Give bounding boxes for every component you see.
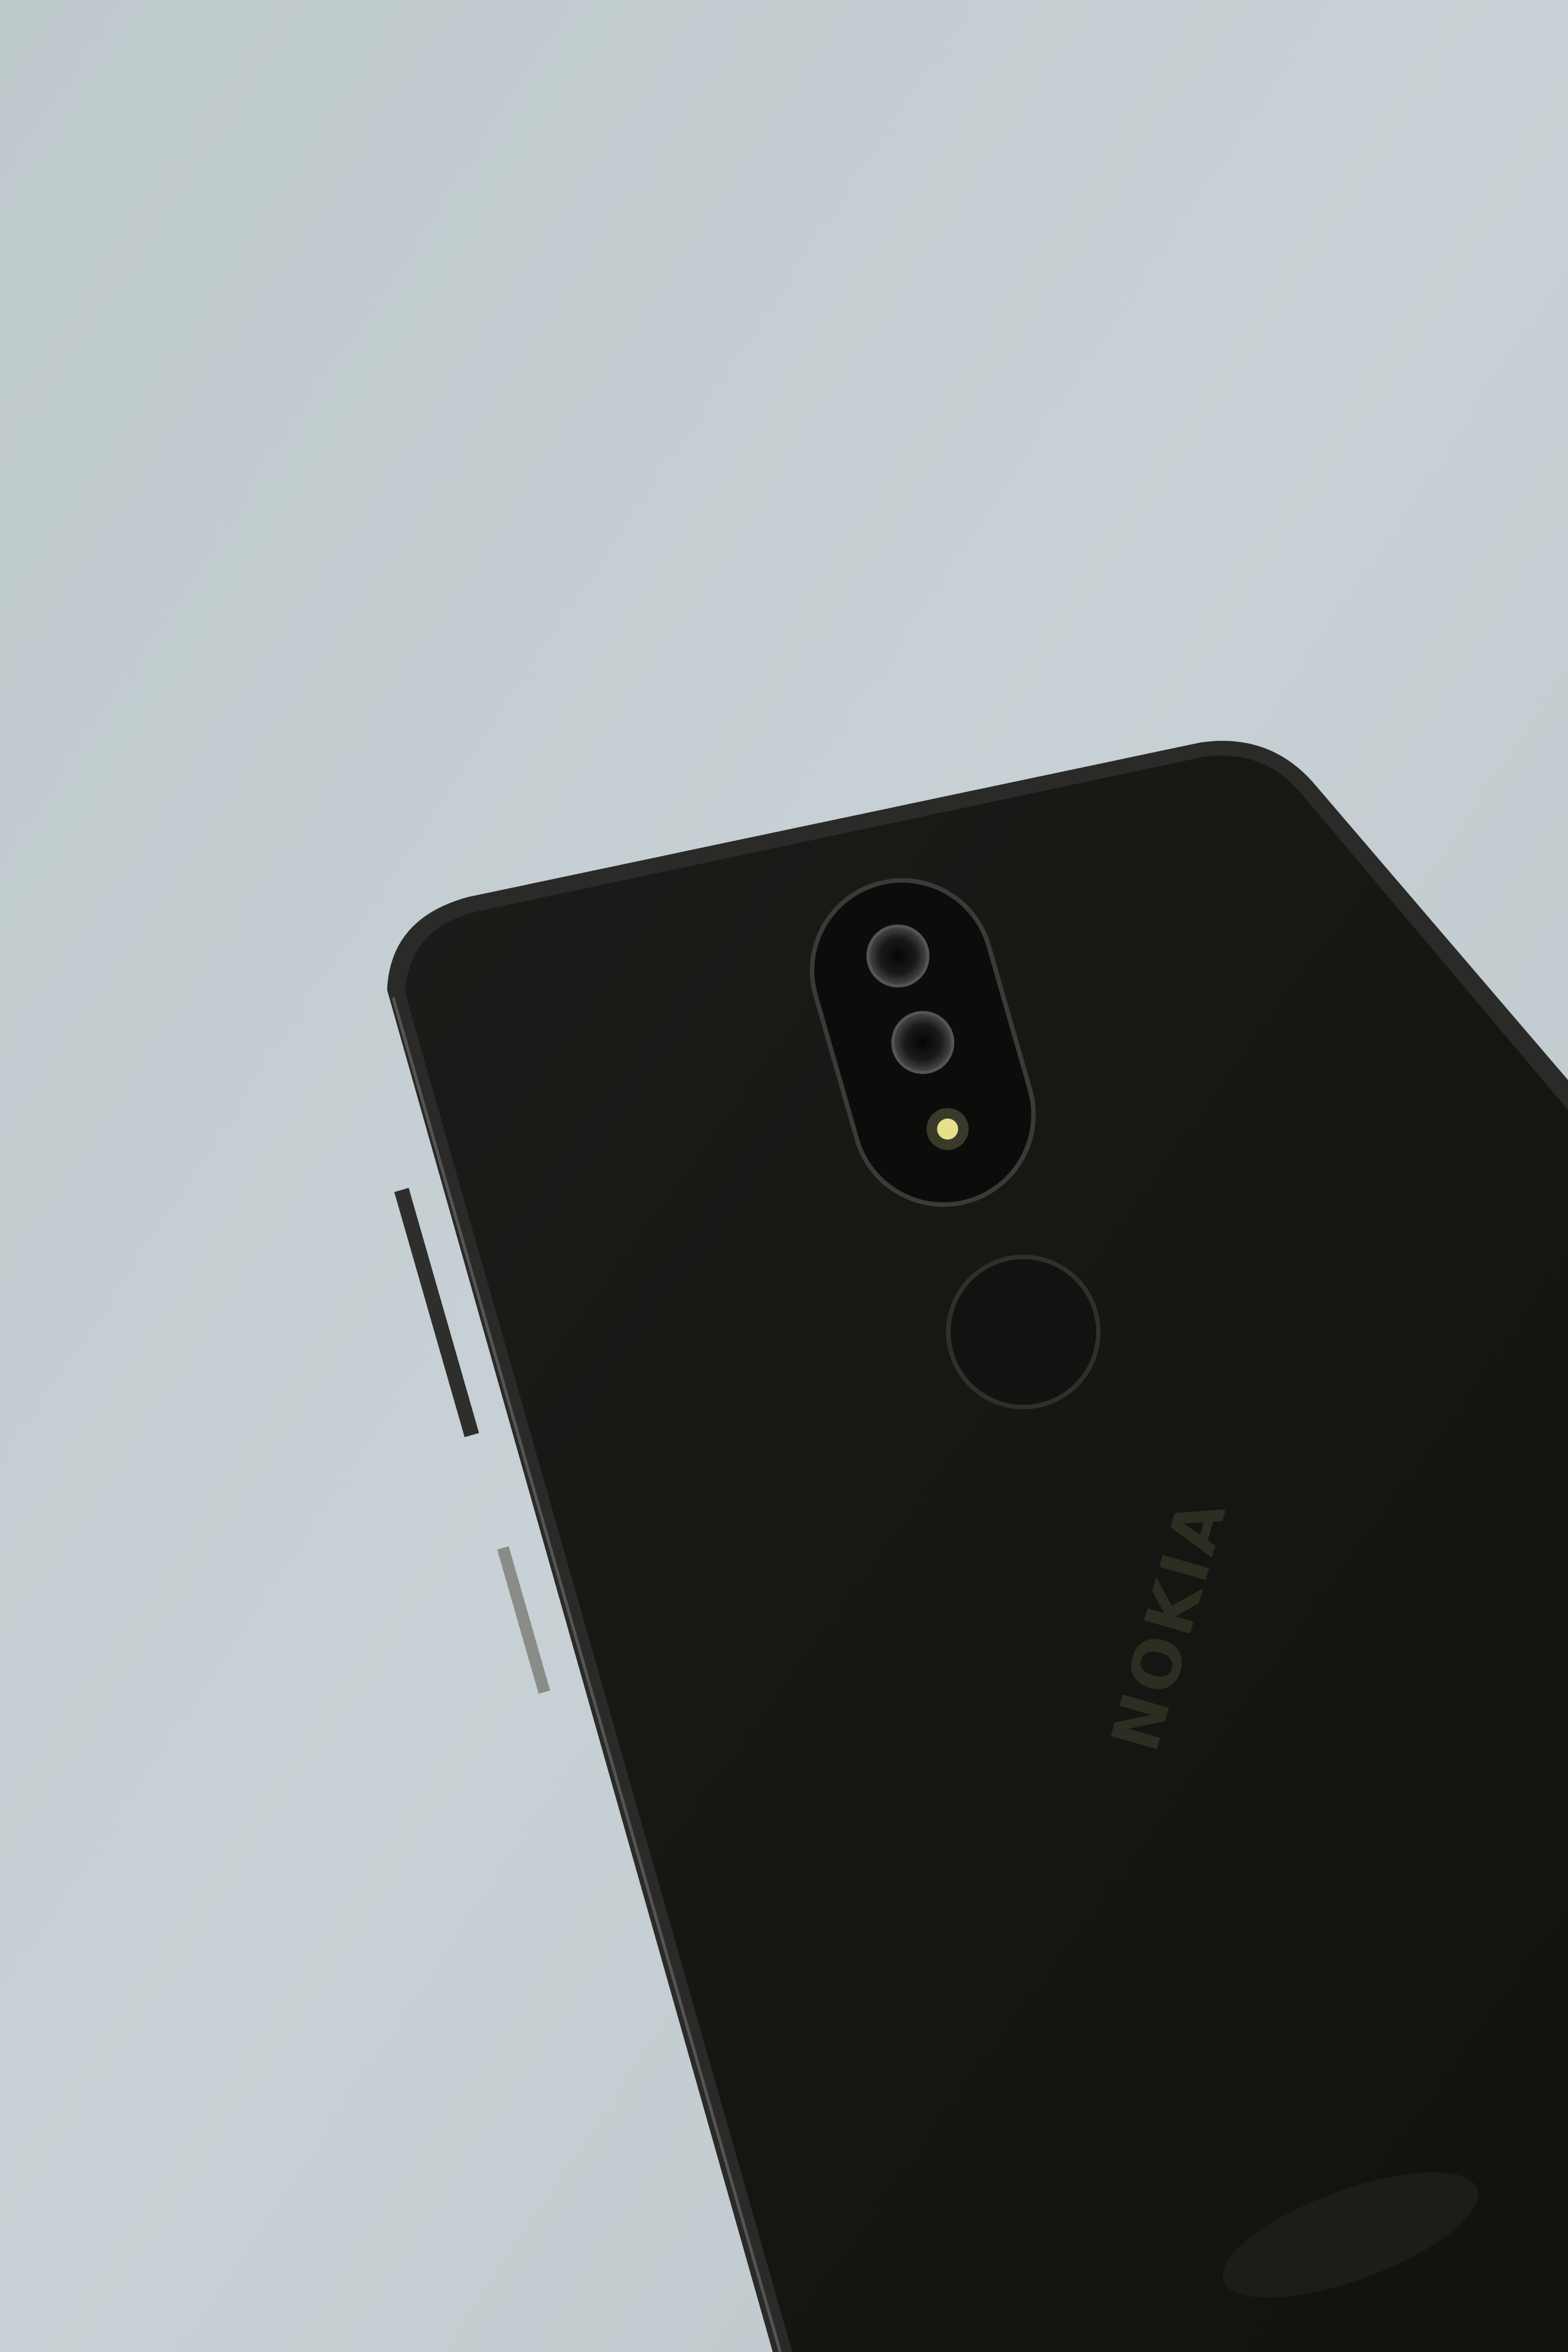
fingerprint-sensor <box>946 1255 1101 1410</box>
photo-scene: NOKIA <box>0 0 1568 2352</box>
